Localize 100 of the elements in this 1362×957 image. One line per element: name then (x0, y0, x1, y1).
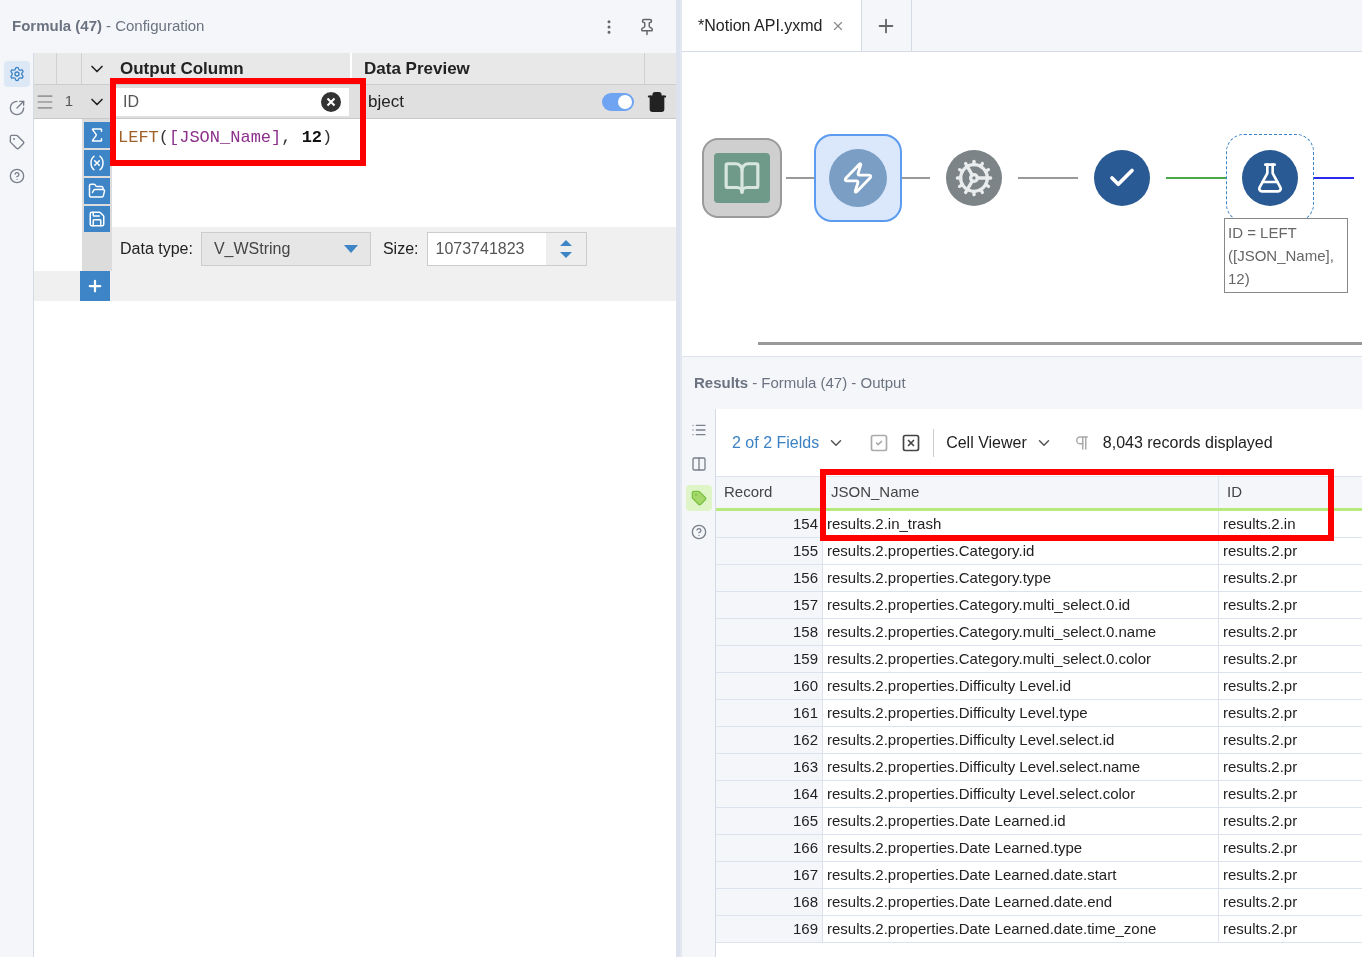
record-count: 8,043 records displayed (1102, 432, 1273, 453)
record-number: 154 (716, 511, 822, 537)
fields-dropdown[interactable]: 2 of 2 Fields (732, 430, 846, 455)
table-cell: results.2.properties.Date Learned.date.start (822, 862, 1218, 888)
check-tool-icon[interactable] (1094, 150, 1150, 206)
column-header: JSON_Name (822, 477, 1218, 508)
delete-icon[interactable] (646, 90, 668, 113)
gear-tool-icon[interactable] (946, 150, 1002, 206)
record-number: 169 (716, 916, 822, 942)
table-cell: results.2.pr (1218, 808, 1362, 834)
table-cell: results.2.properties.Category.id (822, 538, 1218, 564)
flask-tool-icon[interactable] (1242, 150, 1298, 206)
table-cell: results.2.pr (1218, 781, 1362, 807)
folder-icon[interactable] (84, 178, 110, 204)
table-cell: results.2.properties.Category.multi_select.0.id (822, 592, 1218, 618)
table-cell: results.2.in (1218, 511, 1362, 537)
settings-icon[interactable] (8, 66, 25, 82)
table-cell: results.2.properties.Difficulty Level.select.color (822, 781, 1218, 807)
cell-viewer-dropdown[interactable]: Cell Viewer (946, 430, 1053, 455)
column-header: Record (723, 482, 774, 503)
connector-line (1166, 177, 1226, 179)
connection-icon[interactable] (8, 100, 25, 116)
connector-line (1018, 177, 1078, 179)
stepper-icon (545, 233, 586, 265)
connector-line (786, 177, 814, 179)
help-icon[interactable] (8, 168, 25, 184)
table-cell: results.2.properties.Date Learned.date.end (822, 889, 1218, 915)
table-cell: results.2.pr (1218, 700, 1362, 726)
table-cell: results.2.properties.Category.multi_select.0.color (822, 646, 1218, 672)
clear-icon (321, 91, 341, 112)
table-cell: results.2.pr (1218, 835, 1362, 861)
caret-icon (343, 245, 358, 253)
results-title: Results (694, 372, 749, 393)
lightning-tool-icon[interactable] (829, 149, 887, 207)
table-cell: results.2.pr (1218, 565, 1362, 591)
record-number: 157 (716, 592, 822, 618)
help-icon[interactable] (690, 524, 707, 540)
record-number: 163 (716, 754, 822, 780)
table-cell: results.2.pr (1218, 592, 1362, 618)
table-cell: results.2.in_trash (822, 511, 1218, 537)
table-cell: results.2.pr (1218, 754, 1362, 780)
plus-icon[interactable] (86, 277, 104, 295)
table-cell: results.2.pr (1218, 673, 1362, 699)
panel-subtitle: - Configuration (106, 16, 205, 37)
expression-editor[interactable]: LEFT([JSON_Name], 12) (112, 119, 676, 227)
table-cell: results.2.pr (1218, 889, 1362, 915)
column-header: Data Preview (363, 57, 471, 80)
table-cell: results.2.properties.Date Learned.id (822, 808, 1218, 834)
tag-icon[interactable] (690, 490, 707, 506)
toggle-switch[interactable] (602, 92, 634, 111)
table-cell: results.2.properties.Difficulty Level.select.name (822, 754, 1218, 780)
record-number: 156 (716, 565, 822, 591)
row-number: 1 (63, 91, 75, 112)
tag-button[interactable] (685, 485, 712, 511)
settings-button[interactable] (3, 61, 30, 87)
data-preview: bject (367, 90, 405, 113)
table-cell: results.2.properties.Difficulty Level.select.id (822, 727, 1218, 753)
record-number: 167 (716, 862, 822, 888)
record-number: 166 (716, 835, 822, 861)
results-subtitle: - Formula (47) - Output (752, 372, 906, 393)
panel-title: Formula (47) (12, 16, 102, 37)
record-number: 164 (716, 781, 822, 807)
record-number: 158 (716, 619, 822, 645)
record-number: 155 (716, 538, 822, 564)
table-cell: results.2.properties.Category.type (822, 565, 1218, 591)
size-field[interactable]: 1073741823 (426, 232, 587, 266)
file-tab[interactable]: *Notion API.yxmd (682, 0, 862, 51)
connector-line (1314, 177, 1354, 179)
list-icon[interactable] (690, 422, 707, 438)
output-column-field[interactable]: ID (115, 87, 349, 116)
tag-icon[interactable] (8, 134, 25, 150)
table-cell: results.2.properties.Date Learned.date.time_zone (822, 916, 1218, 942)
variable-icon[interactable] (84, 150, 110, 176)
table-cell: results.2.pr (1218, 727, 1362, 753)
table-cell: results.2.pr (1218, 646, 1362, 672)
table-cell: results.2.pr (1218, 538, 1362, 564)
size-label: Size: (382, 239, 419, 259)
data-type-label: Data type: (120, 239, 193, 259)
record-number: 162 (716, 727, 822, 753)
record-number: 159 (716, 646, 822, 672)
table-cell: results.2.properties.Date Learned.type (822, 835, 1218, 861)
table-cell: results.2.pr (1218, 619, 1362, 645)
record-number: 168 (716, 889, 822, 915)
data-type-dropdown[interactable]: V_WString (200, 232, 371, 266)
add-button[interactable] (80, 271, 110, 301)
function-icon[interactable] (84, 122, 110, 148)
select-all-icon[interactable] (869, 432, 890, 453)
pin-icon[interactable] (638, 17, 656, 36)
record-number: 160 (716, 673, 822, 699)
table-cell: results.2.pr (1218, 916, 1362, 942)
record-number: 165 (716, 808, 822, 834)
column-header: ID (1218, 477, 1362, 508)
columns-icon[interactable] (690, 456, 707, 472)
tool-annotation: ID = LEFT ([JSON_Name], 12) (1224, 218, 1348, 293)
deselect-icon[interactable] (901, 432, 922, 453)
table-cell: results.2.pr (1218, 862, 1362, 888)
table-cell: results.2.properties.Category.multi_select.0.name (822, 619, 1218, 645)
save-icon[interactable] (84, 206, 110, 232)
connector-line (902, 177, 930, 179)
table-cell: results.2.properties.Difficulty Level.id (822, 673, 1218, 699)
